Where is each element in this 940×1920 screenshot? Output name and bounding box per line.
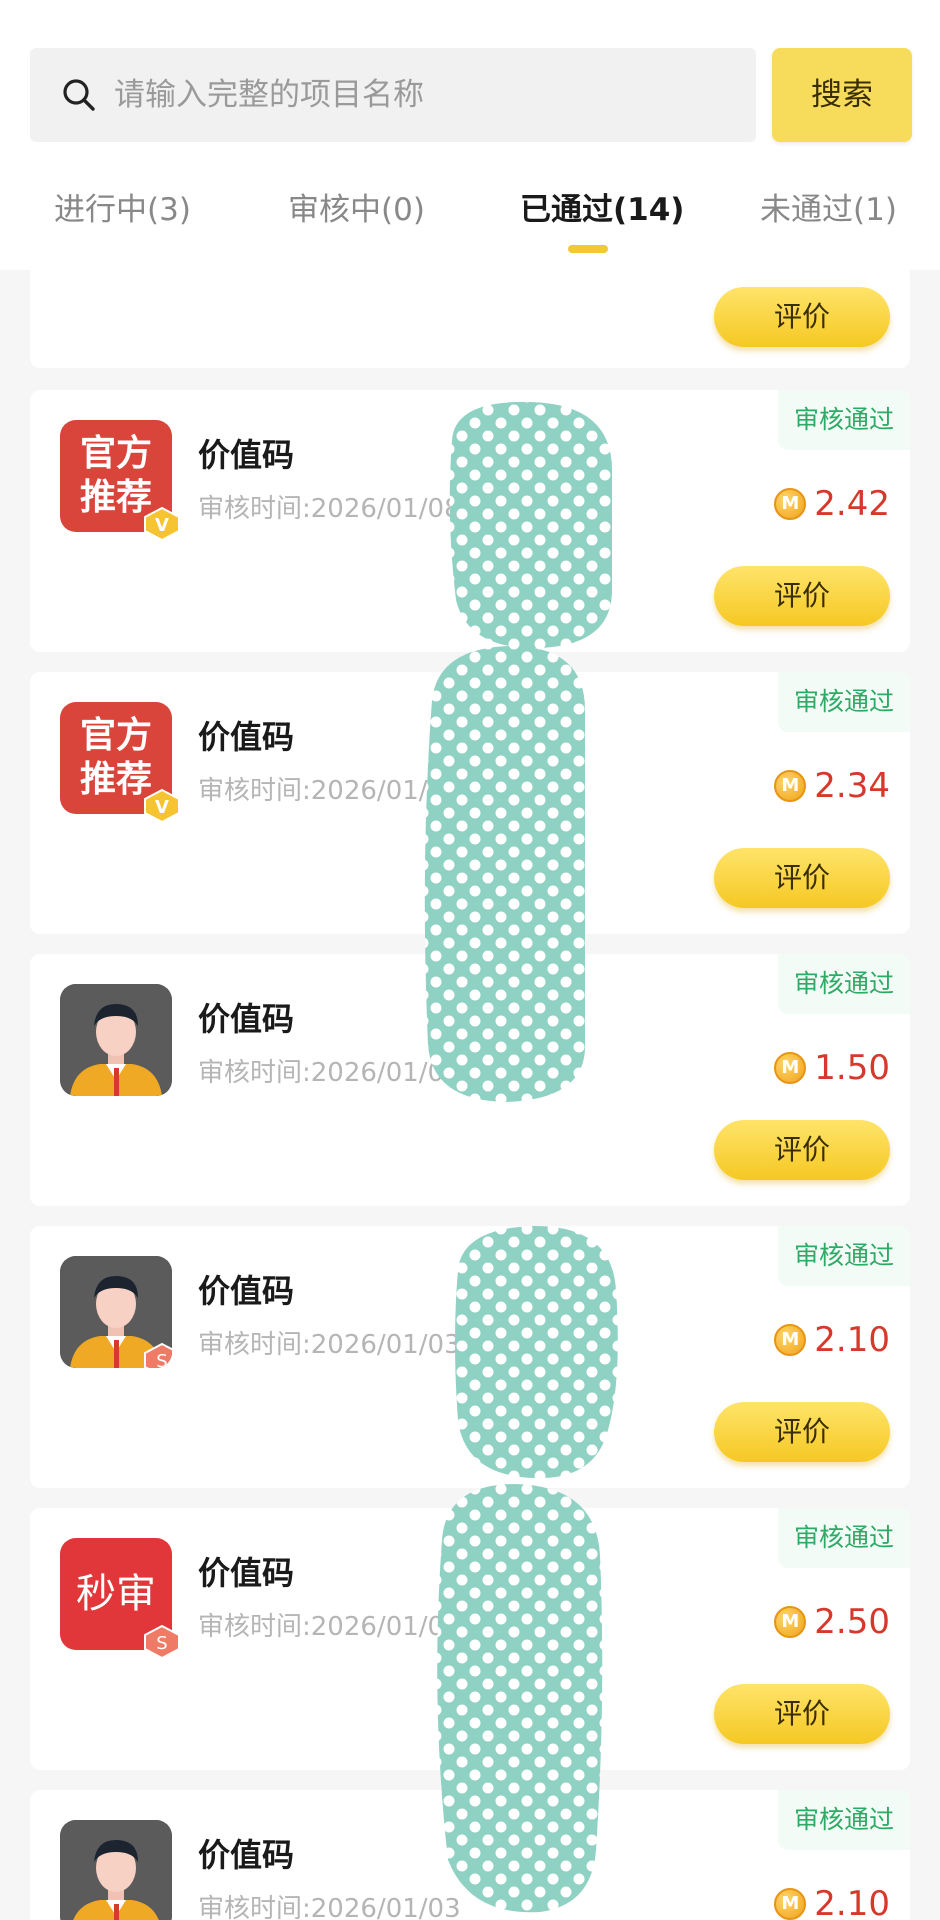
privacy-mask [424,401,618,1913]
privacy-mask-blob [437,1484,603,1913]
privacy-mask-blob [455,1226,618,1479]
privacy-mask-blob [449,401,612,649]
privacy-mask-blob [424,646,585,1102]
